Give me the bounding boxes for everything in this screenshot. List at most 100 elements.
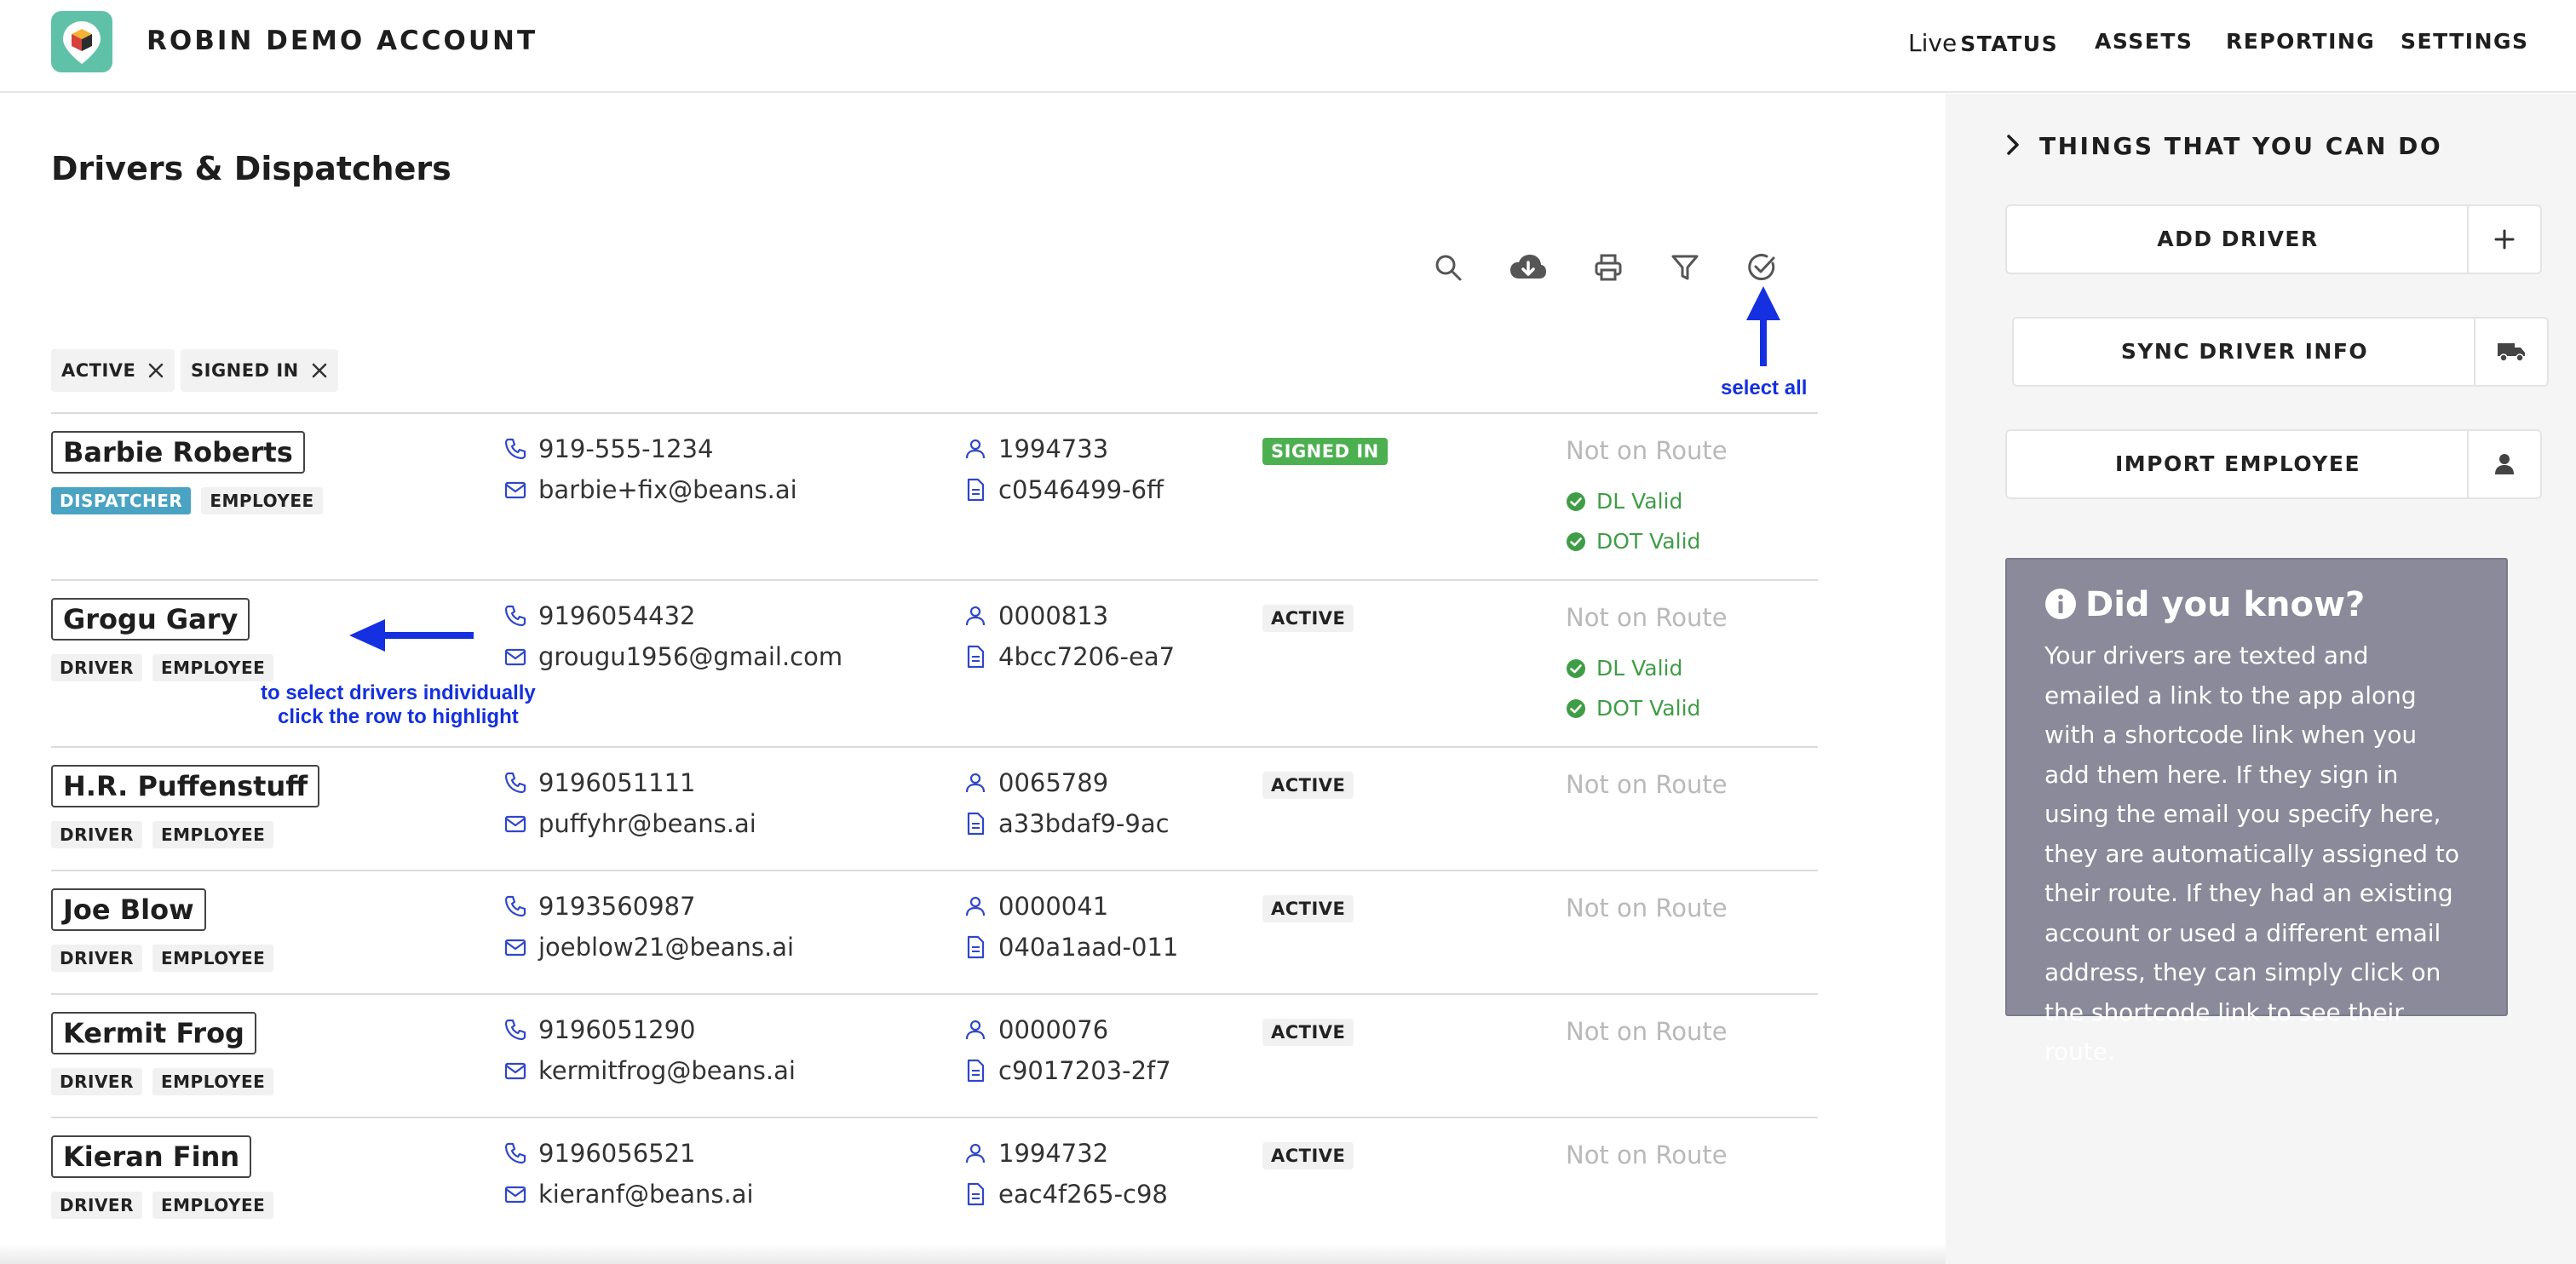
app-logo[interactable] — [51, 11, 112, 72]
status-badge: ACTIVE — [1262, 772, 1354, 799]
scroll-shadow — [0, 1244, 1946, 1264]
employee-id-field: 1994732 — [963, 1139, 1108, 1168]
document-icon — [967, 478, 985, 502]
phone-field: 9196054432 — [503, 601, 696, 630]
filter-chip-label: ACTIVE — [61, 360, 136, 381]
driver-name: Grogu Gary — [51, 598, 250, 641]
check-circle-icon — [1567, 658, 1585, 678]
employee-id-value: 0000813 — [998, 601, 1109, 630]
document-icon — [967, 645, 985, 669]
driver-name: Kieran Finn — [51, 1135, 252, 1178]
driver-row[interactable]: Kermit Frog DRIVER EMPLOYEE 9196051290 k… — [51, 993, 1818, 1117]
phone-field: 919-555-1234 — [503, 434, 713, 463]
employee-id-field: 0065789 — [963, 768, 1108, 797]
phone-field: 9196056521 — [503, 1139, 696, 1168]
select-all-button[interactable] — [1743, 249, 1780, 286]
mail-icon — [504, 648, 526, 666]
actions-sidebar: THINGS THAT YOU CAN DO ADD DRIVER SYNC D… — [1946, 94, 2576, 1264]
remove-filter-button[interactable] — [311, 362, 328, 379]
status-badge: SIGNED IN — [1262, 438, 1388, 465]
account-name: ROBIN DEMO ACCOUNT — [147, 26, 538, 56]
driver-name: Barbie Roberts — [51, 431, 305, 474]
employee-id-value: 1994732 — [998, 1139, 1109, 1168]
cloud-download-icon — [1510, 255, 1546, 279]
driver-tags: DRIVER EMPLOYEE — [51, 1068, 274, 1095]
nav-live-status[interactable]: Live STATUS — [1908, 29, 2058, 57]
document-id-field: 040a1aad-011 — [963, 933, 1178, 962]
sync-driver-info-button[interactable]: SYNC DRIVER INFO — [2012, 317, 2549, 387]
document-id-value: c9017203-2f7 — [998, 1056, 1171, 1085]
filter-chip-active: ACTIVE — [51, 349, 175, 392]
print-button[interactable] — [1590, 249, 1627, 286]
add-driver-button[interactable]: ADD DRIVER — [2005, 204, 2542, 274]
email-field: grougu1956@gmail.com — [503, 642, 842, 671]
phone-field: 9196051111 — [503, 768, 696, 797]
email-value: kieranf@beans.ai — [538, 1180, 754, 1209]
search-button[interactable] — [1429, 249, 1467, 286]
add-driver-label: ADD DRIVER — [2157, 227, 2319, 251]
left-arrow-annotation-icon — [349, 619, 474, 652]
document-id-field: a33bdaf9-9ac — [963, 809, 1170, 838]
filter-icon — [1671, 255, 1699, 280]
phone-value: 9196056521 — [538, 1139, 696, 1168]
download-button[interactable] — [1509, 249, 1547, 286]
document-id-value: 4bcc7206-ea7 — [998, 642, 1176, 671]
filter-chip-label: SIGNED IN — [191, 360, 299, 381]
page-title: Drivers & Dispatchers — [51, 150, 451, 187]
driver-name: H.R. Puffenstuff — [51, 765, 320, 807]
route-status: Not on Route — [1566, 436, 1728, 465]
filter-button[interactable] — [1666, 249, 1704, 286]
employee-id-value: 0000076 — [998, 1015, 1109, 1044]
nav-live-prefix: Live — [1908, 29, 1958, 57]
role-tag: DISPATCHER — [51, 487, 192, 514]
document-icon — [967, 812, 985, 836]
user-icon — [965, 439, 986, 459]
driver-tags: DRIVER EMPLOYEE — [51, 821, 274, 848]
driver-row[interactable]: Joe Blow DRIVER EMPLOYEE 9193560987 joeb… — [51, 870, 1818, 994]
filter-chip-signed-in: SIGNED IN — [181, 349, 338, 392]
annotation-line: click the row to highlight — [278, 705, 519, 728]
employee-id-field: 0000813 — [963, 601, 1108, 630]
nav-settings[interactable]: SETTINGS — [2401, 29, 2529, 54]
driver-row[interactable]: Barbie Roberts DISPATCHER EMPLOYEE 919-5… — [51, 412, 1818, 579]
phone-icon — [504, 772, 526, 794]
user-icon — [965, 1143, 986, 1163]
route-status: Not on Route — [1566, 770, 1728, 799]
phone-value: 9193560987 — [538, 892, 696, 921]
truck-icon — [2498, 343, 2525, 362]
dot-valid-indicator: DOT Valid — [1566, 696, 1700, 721]
up-arrow-annotation-icon — [1746, 286, 1780, 366]
things-you-can-do-toggle[interactable]: THINGS THAT YOU CAN DO — [2005, 132, 2442, 160]
user-icon — [965, 773, 986, 793]
employee-id-field: 0000076 — [963, 1015, 1108, 1044]
status-badge: ACTIVE — [1262, 605, 1354, 632]
driver-name: Kermit Frog — [51, 1012, 256, 1054]
route-status: Not on Route — [1566, 603, 1728, 632]
nav-assets[interactable]: ASSETS — [2095, 29, 2193, 54]
role-tag: EMPLOYEE — [152, 1068, 274, 1095]
status-badge: ACTIVE — [1262, 1142, 1354, 1169]
role-tag: DRIVER — [51, 1192, 142, 1219]
driver-row[interactable]: H.R. Puffenstuff DRIVER EMPLOYEE 9196051… — [51, 746, 1818, 870]
driver-row[interactable]: Kieran Finn DRIVER EMPLOYEE 9196056521 k… — [51, 1117, 1818, 1244]
email-field: puffyhr@beans.ai — [503, 809, 756, 838]
import-employee-label: IMPORT EMPLOYEE — [2114, 451, 2361, 476]
document-id-field: c9017203-2f7 — [963, 1056, 1171, 1085]
mail-icon — [504, 1186, 526, 1204]
did-you-know-panel: Did you know? Your drivers are texted an… — [2005, 558, 2508, 1066]
driver-tags: DRIVER EMPLOYEE — [51, 654, 274, 681]
sidebar-heading: THINGS THAT YOU CAN DO — [2039, 132, 2443, 160]
document-icon — [967, 1059, 985, 1083]
driver-tags: DRIVER EMPLOYEE — [51, 945, 274, 972]
driver-tags: DISPATCHER EMPLOYEE — [51, 487, 323, 514]
remove-filter-button[interactable] — [147, 362, 164, 379]
email-field: kieranf@beans.ai — [503, 1180, 754, 1209]
document-id-value: c0546499-6ff — [998, 475, 1164, 504]
document-id-value: eac4f265-c98 — [998, 1180, 1168, 1209]
import-employee-button[interactable]: IMPORT EMPLOYEE — [2005, 429, 2542, 499]
employee-id-value: 0065789 — [998, 768, 1109, 797]
user-icon — [965, 1020, 986, 1040]
nav-reporting[interactable]: REPORTING — [2226, 29, 2375, 54]
driver-name: Joe Blow — [51, 888, 206, 931]
email-field: barbie+fix@beans.ai — [503, 475, 797, 504]
